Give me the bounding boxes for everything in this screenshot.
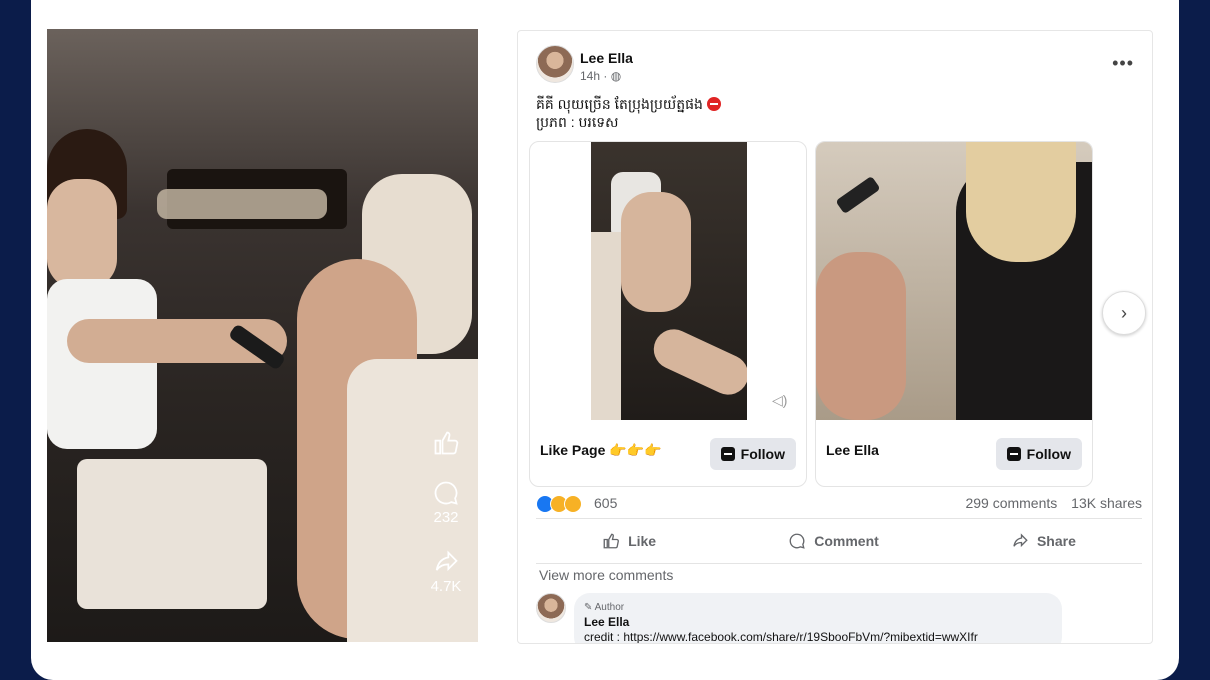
reel-thumbnail[interactable] <box>816 142 1092 420</box>
thumbs-up-icon <box>603 533 620 549</box>
post-stats: 605 299 comments 13K shares <box>536 493 1142 513</box>
reactions-count[interactable]: 605 <box>594 495 617 511</box>
pencil-icon: ✎ <box>584 602 593 613</box>
thumbs-up-icon <box>434 431 459 455</box>
facebook-post: Lee Ella 14h · ◍ ••• គីគី លុយច្រើន តែប្រ… <box>517 30 1153 644</box>
post-actions: Like Comment Share <box>536 518 1142 564</box>
reel-thumbnail[interactable] <box>591 142 747 420</box>
author-badge: ✎ Author <box>584 602 625 613</box>
comment-button[interactable]: Comment <box>788 532 879 550</box>
view-more-comments[interactable]: View more comments <box>539 567 673 583</box>
seat <box>77 459 267 609</box>
person-shirt <box>47 279 157 449</box>
mute-icon[interactable]: ◁) <box>772 392 787 409</box>
follow-icon <box>720 447 735 461</box>
commenter-avatar[interactable] <box>536 593 566 623</box>
comment-icon <box>434 481 458 505</box>
like-action[interactable] <box>424 429 468 457</box>
follow-icon <box>1006 447 1021 461</box>
share-button[interactable]: Share <box>1011 532 1076 550</box>
share-icon <box>435 550 458 572</box>
share-count: 4.7K <box>430 578 462 595</box>
reactions-icons[interactable] <box>536 495 582 513</box>
author-name[interactable]: Lee Ella <box>580 50 633 66</box>
engagement-counts: 299 comments 13K shares <box>955 495 1142 511</box>
shares-count[interactable]: 13K shares <box>1071 495 1142 511</box>
next-button[interactable]: › <box>1102 291 1146 335</box>
comment-count: 232 <box>433 509 459 526</box>
video-actions: 232 4.7K <box>424 429 468 617</box>
reel-tile-1[interactable]: ◁) Like Page 👉👉👉 Follow <box>529 141 807 487</box>
comment-icon <box>789 533 805 549</box>
commenter-name[interactable]: Lee Ella <box>584 615 629 629</box>
reel-tile-2[interactable]: Lee Ella Follow <box>815 141 1093 487</box>
no-entry-icon <box>706 97 721 111</box>
comments-count[interactable]: 299 comments <box>965 495 1057 511</box>
share-action[interactable]: 4.7K <box>424 548 468 595</box>
tile-name[interactable]: Lee Ella <box>826 442 879 458</box>
car-seat <box>157 189 327 219</box>
tile-name[interactable]: Like Page 👉👉👉 <box>540 442 662 459</box>
globe-icon: ◍ <box>610 69 622 83</box>
post-caption: គីគី លុយច្រើន តែប្រុងប្រយ័ត្នផង ប្រភព : … <box>536 95 721 131</box>
more-options-icon[interactable]: ••• <box>1112 53 1134 74</box>
avatar[interactable] <box>536 45 574 83</box>
post-time: 14h · ◍ <box>580 69 622 83</box>
like-button[interactable]: Like <box>602 532 656 550</box>
comment-bubble: ✎ Author Lee Ella credit : https://www.f… <box>574 593 1062 643</box>
sad-reaction-icon <box>564 495 582 513</box>
person-face <box>47 179 117 289</box>
comment-action[interactable]: 232 <box>424 479 468 526</box>
follow-button[interactable]: Follow <box>709 438 796 470</box>
follow-button[interactable]: Follow <box>995 438 1082 470</box>
chevron-right-icon: › <box>1121 302 1127 323</box>
share-icon <box>1013 533 1028 548</box>
video-player[interactable]: 232 4.7K <box>47 29 478 642</box>
